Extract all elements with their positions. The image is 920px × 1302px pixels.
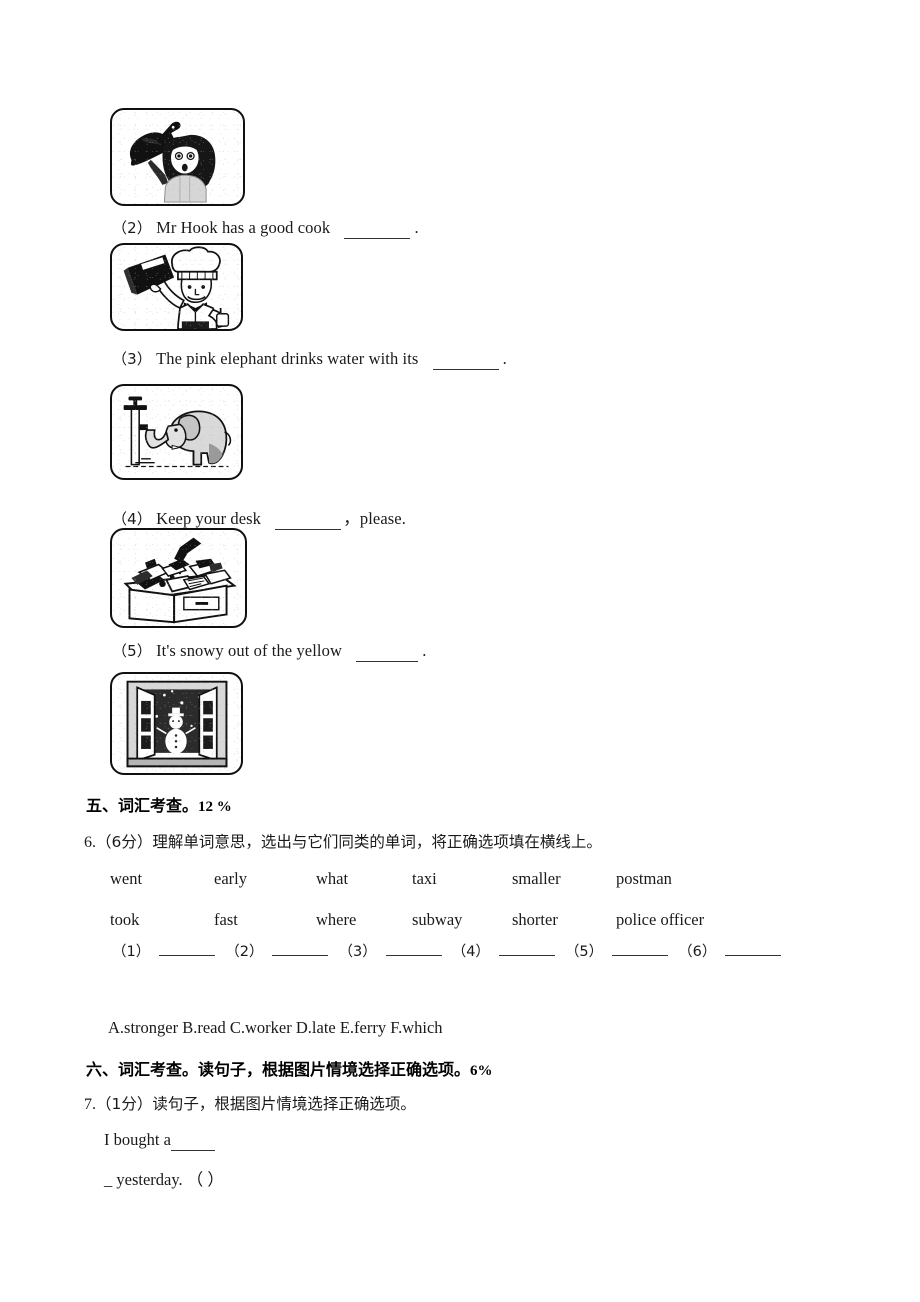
question-3-blank[interactable] — [432, 349, 499, 370]
question-7-blank[interactable] — [170, 1130, 215, 1151]
window-snowman-illustration — [126, 680, 228, 768]
word-cell: took — [110, 910, 140, 929]
question-7-points: （1分） — [96, 1095, 153, 1113]
answer-label: （4） — [451, 944, 490, 960]
question-2-sentence: （2） Mr Hook has a good cook . — [112, 217, 419, 239]
answer-blank-item: （4） — [452, 940, 565, 961]
answer-label: （1） — [112, 944, 151, 960]
answer-label: （6） — [678, 944, 717, 960]
section-six-percent: 6% — [470, 1063, 493, 1079]
answer-blank-5[interactable] — [612, 942, 669, 956]
answer-label: （3） — [338, 944, 377, 960]
section-five-heading-text: 五、词汇考查。 — [86, 796, 199, 815]
woman-with-bird-picture — [110, 108, 245, 206]
question-3-text-before: The pink elephant drinks water with its — [156, 349, 419, 368]
word-cell: subway — [412, 910, 463, 929]
answer-label: （2） — [225, 944, 264, 960]
vocabulary-word-grid: went early what taxi smaller postman too… — [110, 869, 704, 930]
question-3-sentence: （3） The pink elephant drinks water with … — [112, 348, 507, 370]
question-5-blank[interactable] — [356, 641, 419, 662]
question-4-text-before: Keep your desk — [156, 509, 262, 528]
word-cell: postman — [616, 869, 672, 888]
messy-desk-picture — [110, 528, 247, 628]
word-cell: early — [214, 869, 247, 888]
chef-holding-book-picture — [110, 243, 243, 331]
exam-paper-page: （2） Mr Hook has a good cook . （3） The pi… — [0, 0, 920, 1302]
word-cell: what — [316, 869, 349, 888]
question-7-answer-bracket[interactable]: （ ） — [187, 1170, 224, 1189]
word-cell: smaller — [512, 869, 561, 888]
question-2-blank[interactable] — [344, 218, 411, 239]
question-4-number: （4） — [112, 510, 152, 528]
answer-blank-6[interactable] — [725, 942, 782, 956]
question-6-points: （6分） — [96, 833, 153, 851]
question-3-text-after: . — [502, 349, 507, 368]
question-7-sentence-text: I bought a — [104, 1130, 171, 1149]
answer-blanks-row: （1） （2） （3） （4） （5） （6） — [112, 940, 791, 961]
word-cell: where — [316, 910, 357, 929]
word-cell: fast — [214, 910, 238, 929]
question-2-text-before: Mr Hook has a good cook — [156, 218, 331, 237]
word-cell: shorter — [512, 910, 558, 929]
question-4-text-after: ，please. — [343, 509, 406, 528]
answer-blank-4[interactable] — [498, 942, 555, 956]
elephant-drinking-from-tap-picture — [110, 384, 243, 480]
elephant-drinking-illustration — [123, 396, 232, 468]
messy-desk-illustration — [123, 537, 237, 624]
word-cell: taxi — [412, 869, 437, 888]
question-5-number: （5） — [112, 642, 152, 660]
woman-with-bird-illustration — [129, 121, 216, 203]
question-5-text-before: It's snowy out of the yellow — [156, 641, 342, 660]
question-2-number: （2） — [112, 219, 152, 237]
question-5-sentence: （5） It's snowy out of the yellow . — [112, 640, 426, 662]
answer-blank-item: （3） — [338, 940, 451, 961]
section-five-heading: 五、词汇考查。12 % — [86, 792, 232, 816]
answer-blank-item: （2） — [225, 940, 338, 961]
answer-blank-item: （1） — [112, 940, 225, 961]
question-7-stem: 7.（1分）读句子，根据图片情境选择正确选项。 — [84, 1092, 416, 1114]
question-5-text-after: . — [422, 641, 427, 660]
section-six-heading-text: 六、词汇考查。读句子，根据图片情境选择正确选项。 — [86, 1060, 471, 1079]
question-2-text-after: . — [414, 218, 419, 237]
question-6-number: 6. — [84, 834, 96, 851]
question-7-text: 读句子，根据图片情境选择正确选项。 — [152, 1095, 416, 1113]
open-window-with-snowman-picture — [110, 672, 243, 775]
answer-blank-item: （5） — [565, 940, 678, 961]
question-7-sentence-line2: _ yesterday. （ ） — [104, 1166, 224, 1190]
question-3-number: （3） — [112, 350, 152, 368]
question-4-blank[interactable] — [275, 509, 342, 530]
word-cell: police officer — [616, 910, 705, 929]
answer-label: （5） — [564, 944, 604, 960]
question-6-text: 理解单词意思，选出与它们同类的单词，将正确选项填在横线上。 — [152, 833, 602, 851]
answer-blank-item: （6） — [678, 940, 791, 961]
question-7-sentence-suffix: _ yesterday. — [104, 1170, 183, 1189]
answer-blank-3[interactable] — [385, 942, 442, 956]
question-6-stem: 6.（6分）理解单词意思，选出与它们同类的单词，将正确选项填在横线上。 — [84, 830, 602, 852]
section-five-percent: 12 % — [198, 799, 232, 815]
word-cell: went — [110, 869, 143, 888]
question-7-sentence-line1: I bought a — [104, 1130, 215, 1151]
question-4-sentence: （4） Keep your desk ，please. — [112, 505, 406, 530]
answer-blank-1[interactable] — [159, 942, 216, 956]
section-six-heading: 六、词汇考查。读句子，根据图片情境选择正确选项。6% — [86, 1056, 493, 1080]
question-6-options-line: A.stronger B.read C.worker D.late E.ferr… — [108, 1018, 443, 1037]
chef-holding-book-illustration — [123, 246, 230, 329]
question-7-number: 7. — [84, 1096, 96, 1113]
answer-blank-2[interactable] — [272, 942, 329, 956]
